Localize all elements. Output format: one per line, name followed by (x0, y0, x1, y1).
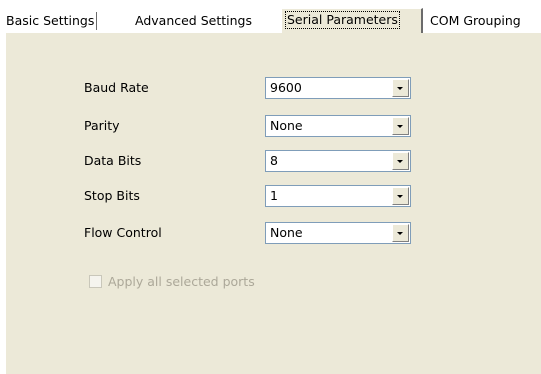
tab-separator (96, 12, 98, 30)
chevron-down-icon (397, 160, 403, 163)
flow-control-label: Flow Control (84, 225, 162, 240)
tab-label: Advanced Settings (135, 13, 252, 28)
chevron-down-icon (397, 87, 403, 90)
serial-parameters-panel: Baud Rate 9600 Parity None Data Bits 8 S… (6, 33, 541, 374)
tab-label: COM Grouping (430, 13, 521, 28)
apply-all-checkbox[interactable] (89, 275, 102, 288)
baud-rate-value: 9600 (270, 80, 302, 95)
tab-label: Basic Settings (6, 13, 95, 28)
stop-bits-select[interactable]: 1 (265, 185, 411, 207)
data-bits-label: Data Bits (84, 153, 142, 168)
data-bits-value: 8 (270, 153, 278, 168)
dropdown-button[interactable] (392, 187, 409, 205)
chevron-down-icon (397, 232, 403, 235)
parity-label: Parity (84, 118, 120, 133)
dropdown-button[interactable] (392, 224, 409, 242)
baud-rate-select[interactable]: 9600 (265, 77, 411, 99)
stop-bits-value: 1 (270, 188, 278, 203)
parity-value: None (270, 118, 303, 133)
tab-serial-parameters[interactable]: Serial Parameters (281, 8, 423, 34)
baud-rate-label: Baud Rate (84, 80, 149, 95)
stop-bits-label: Stop Bits (84, 188, 140, 203)
data-bits-select[interactable]: 8 (265, 150, 411, 172)
apply-all-label: Apply all selected ports (108, 274, 255, 289)
tab-label: Serial Parameters (285, 11, 400, 29)
parity-select[interactable]: None (265, 115, 411, 137)
chevron-down-icon (397, 195, 403, 198)
tab-com-grouping[interactable]: COM Grouping (430, 10, 521, 32)
dropdown-button[interactable] (392, 79, 409, 97)
tab-strip: Basic Settings Advanced Settings Serial … (0, 0, 541, 34)
dropdown-button[interactable] (392, 117, 409, 135)
tab-basic-settings[interactable]: Basic Settings (6, 10, 98, 32)
tab-advanced-settings[interactable]: Advanced Settings (135, 10, 252, 32)
flow-control-value: None (270, 225, 303, 240)
dropdown-button[interactable] (392, 152, 409, 170)
flow-control-select[interactable]: None (265, 222, 411, 244)
chevron-down-icon (397, 125, 403, 128)
